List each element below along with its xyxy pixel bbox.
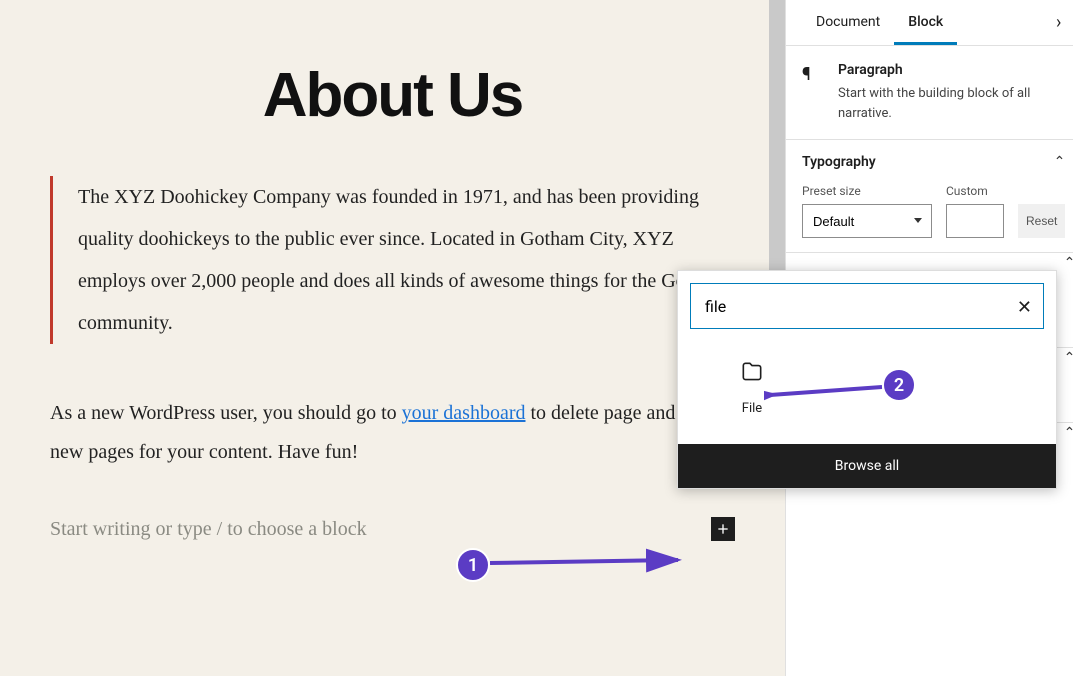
annotation-arrow-1: [490, 548, 690, 578]
add-block-button[interactable]: [711, 517, 735, 541]
block-type-desc: Start with the building block of all nar…: [838, 84, 1065, 123]
plus-icon: [715, 521, 731, 537]
chevron-icon: ⌃: [1064, 255, 1073, 271]
block-search-input[interactable]: [690, 283, 1044, 329]
chevron-right-icon[interactable]: ›: [1056, 12, 1065, 33]
chevron-icon: ⌃: [1064, 350, 1073, 366]
chevron-icon: ⌃: [1064, 425, 1073, 441]
annotation-badge-1: 1: [456, 548, 490, 582]
page-title[interactable]: About Us: [50, 60, 735, 131]
custom-size-label: Custom: [946, 184, 1004, 198]
tab-document[interactable]: Document: [802, 0, 894, 45]
annotation-arrow-2: [764, 375, 894, 405]
dashboard-link[interactable]: your dashboard: [402, 402, 526, 424]
paragraph-icon: ¶: [802, 64, 824, 123]
typography-title: Typography: [802, 154, 876, 170]
file-icon: [739, 359, 765, 385]
browse-all-button[interactable]: Browse all: [678, 444, 1056, 488]
block-type-title: Paragraph: [838, 62, 1065, 78]
tab-block[interactable]: Block: [894, 0, 957, 45]
chevron-up-icon[interactable]: ⌃: [1054, 154, 1066, 170]
body-text-before: As a new WordPress user, you should go t…: [50, 402, 402, 424]
preset-size-select[interactable]: Default: [802, 204, 932, 238]
annotation-badge-2: 2: [882, 368, 916, 402]
block-description: ¶ Paragraph Start with the building bloc…: [786, 46, 1073, 139]
sidebar-tabs: Document Block ›: [786, 0, 1073, 46]
body-paragraph[interactable]: As a new WordPress user, you should go t…: [50, 394, 735, 472]
clear-search-icon[interactable]: ✕: [1017, 297, 1032, 318]
quote-block[interactable]: The XYZ Doohickey Company was founded in…: [50, 176, 735, 344]
typography-panel: Typography ⌃ Preset size Default Custom …: [786, 139, 1073, 252]
reset-button[interactable]: Reset: [1018, 204, 1065, 238]
custom-size-input[interactable]: [946, 204, 1004, 238]
preset-size-label: Preset size: [802, 184, 932, 198]
collapsed-panel-1[interactable]: ⌃: [786, 252, 1073, 272]
block-placeholder[interactable]: Start writing or type / to choose a bloc…: [50, 518, 367, 541]
